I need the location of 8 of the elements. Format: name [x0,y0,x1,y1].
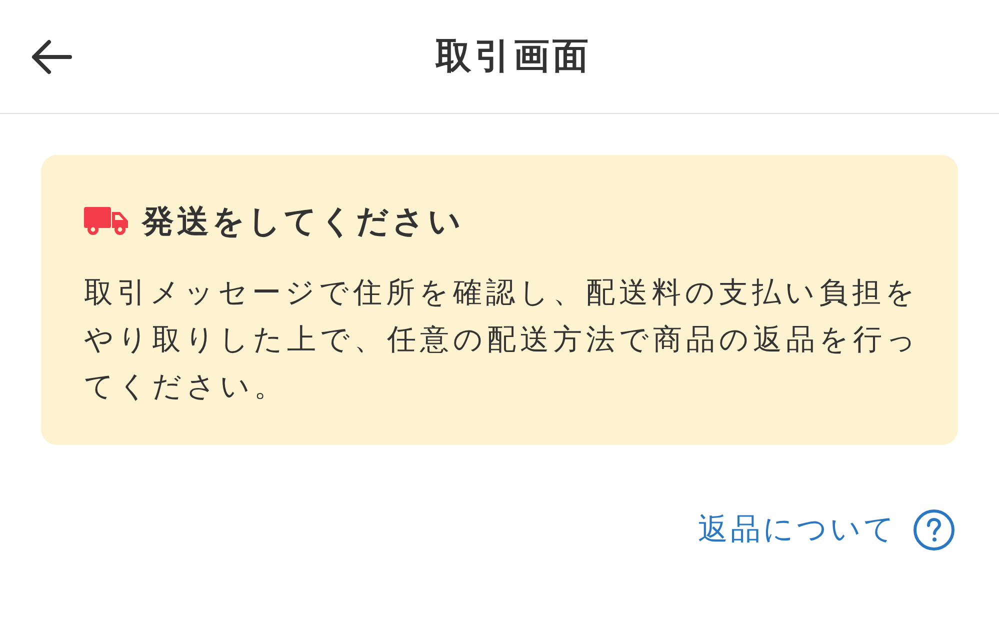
notice-title: 発送をしてください [142,201,464,242]
back-arrow-icon [30,38,72,74]
truck-icon [84,207,128,235]
notice-text: 取引メッセージで住所を確認し、配送料の支払い負担をやり取りした上で、任意の配送方法で商品の返品を行ってください。 [84,274,921,405]
return-info-label: 返品について [698,511,897,549]
page-title: 取引画面 [436,34,592,78]
return-info-link[interactable]: 返品について [698,509,955,551]
help-icon [913,509,955,551]
